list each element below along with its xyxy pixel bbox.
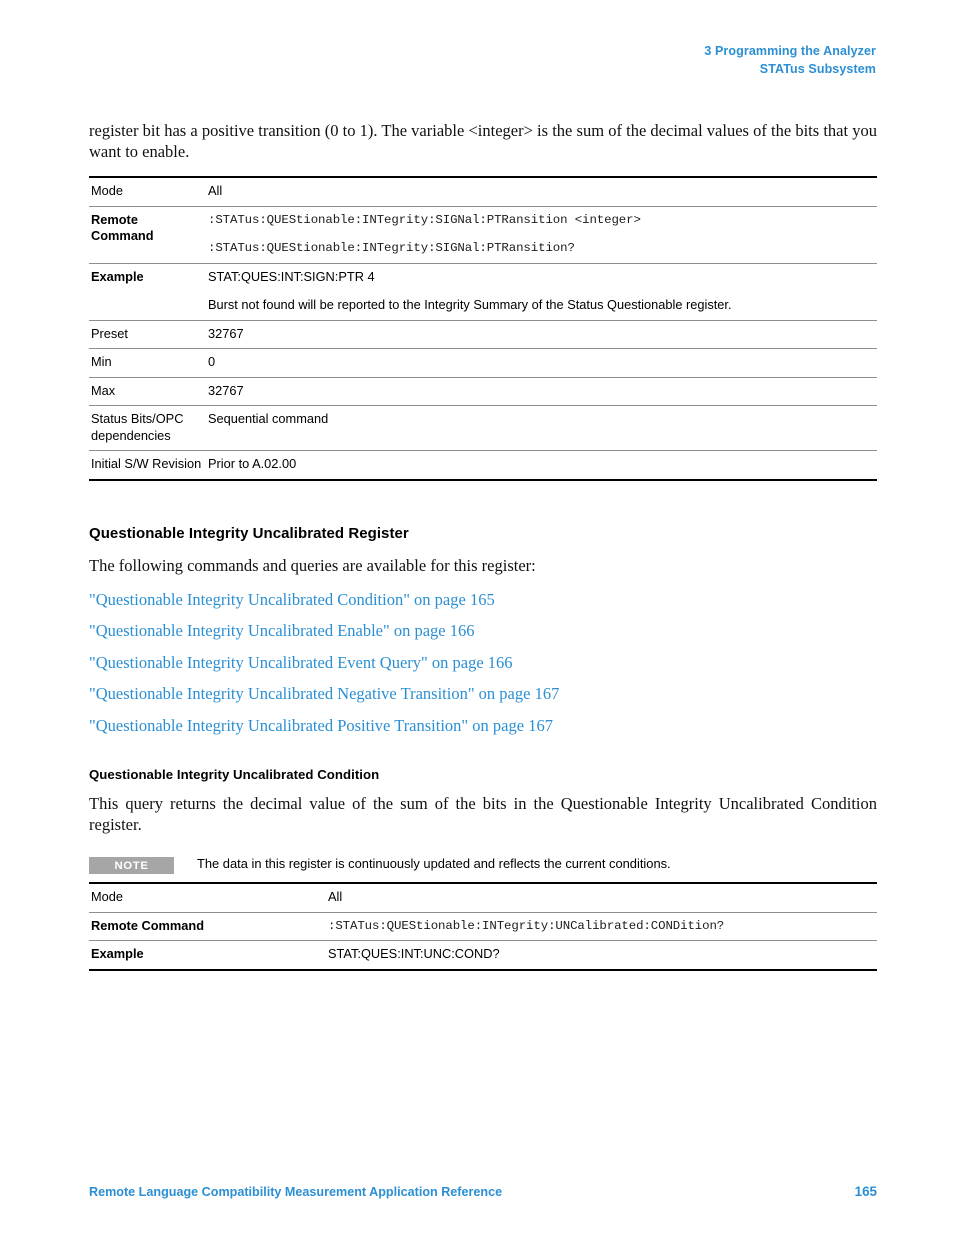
ptransition-spec-table: Mode All Remote Command :STATus:QUEStion… [89,176,877,481]
footer-title: Remote Language Compatibility Measuremen… [89,1185,503,1199]
xref-link-enable[interactable]: "Questionable Integrity Uncalibrated Ena… [89,621,877,641]
row-label: Example [91,268,144,284]
subsection-heading: Questionable Integrity Uncalibrated Cond… [89,767,380,782]
value-line: STAT:QUES:INT:UNC:COND? [328,946,500,961]
uncal-condition-spec-table: Mode All Remote Command :STATus:QUEStion… [89,882,877,971]
row-label: Preset [91,325,128,341]
row-value: 32767 [206,320,877,349]
note-text: The data in this register is continuousl… [197,856,671,871]
intro-paragraph: register bit has a positive transition (… [89,121,877,161]
page-content: register bit has a positive transition (… [89,120,877,971]
running-header-line2: STATus Subsystem [759,62,876,76]
section-heading: Questionable Integrity Uncalibrated Regi… [89,524,409,542]
subsection-paragraph: This query returns the decimal value of … [89,794,877,834]
uncal-condition-table-body: Mode All Remote Command :STATus:QUEStion… [89,883,877,970]
table-row: Mode All [89,177,877,206]
table-row: Preset 32767 [89,320,877,349]
value-line: 0 [208,354,216,369]
table-row: Mode All [89,883,877,912]
value-line: 32767 [208,382,244,398]
table-row: Remote Command :STATus:QUEStionable:INTe… [89,912,877,941]
row-value: All [326,883,877,912]
table-row: Initial S/W Revision Prior to A.02.00 [89,451,877,480]
xref-link-condition[interactable]: "Questionable Integrity Uncalibrated Con… [89,590,877,610]
note-badge: NOTE [89,857,174,874]
row-label: Remote Command [91,917,205,933]
table-row: Remote Command :STATus:QUEStionable:INTe… [89,206,877,263]
note-callout: NOTE The data in this register is contin… [89,855,877,874]
row-value: :STATus:QUEStionable:INTegrity:SIGNal:PT… [206,206,877,263]
value-line: 32767 [208,325,244,341]
value-line: Burst not found will be reported to the … [208,297,732,312]
footer-page-number: 165 [854,1184,877,1199]
xref-link-event-query[interactable]: "Questionable Integrity Uncalibrated Eve… [89,653,877,673]
section-intro-paragraph: The following commands and queries are a… [89,555,536,575]
document-page: 3 Programming the Analyzer STATus Subsys… [0,0,954,1235]
value-line: Prior to A.02.00 [208,456,297,471]
row-label: Status Bits/OPC dependencies [91,411,184,443]
row-value: Prior to A.02.00 [206,451,877,480]
row-label: Initial S/W Revision [91,456,202,471]
row-value: Sequential command [206,406,877,451]
row-value: STAT:QUES:INT:SIGN:PTR 4 Burst not found… [206,263,877,320]
row-value: :STATus:QUEStionable:INTegrity:UNCalibra… [326,912,877,941]
row-value: STAT:QUES:INT:UNC:COND? [326,941,877,970]
page-footer: Remote Language Compatibility Measuremen… [89,1184,877,1199]
table-row: Example STAT:QUES:INT:UNC:COND? [89,941,877,970]
ptransition-table-body: Mode All Remote Command :STATus:QUEStion… [89,177,877,480]
xref-link-negative-transition[interactable]: "Questionable Integrity Uncalibrated Neg… [89,684,877,704]
row-label: Example [91,946,144,961]
running-header-line1: 3 Programming the Analyzer [704,44,876,58]
value-line-mono: :STATus:QUEStionable:INTegrity:SIGNal:PT… [208,212,641,227]
value-line: All [328,889,343,904]
value-line: Sequential command [208,411,329,426]
running-header: 3 Programming the Analyzer STATus Subsys… [704,42,876,78]
row-label: Remote Command [91,211,154,244]
table-row: Example STAT:QUES:INT:SIGN:PTR 4 Burst n… [89,263,877,320]
row-value: 0 [206,349,877,378]
table-row: Min 0 [89,349,877,378]
value-line: All [208,183,223,198]
row-label: Min [91,354,112,369]
table-row: Status Bits/OPC dependencies Sequential … [89,406,877,451]
row-label: Max [91,382,116,398]
row-label: Mode [91,183,124,198]
value-line: STAT:QUES:INT:SIGN:PTR 4 [208,268,375,284]
value-line-mono: :STATus:QUEStionable:INTegrity:SIGNal:PT… [208,241,575,255]
xref-link-positive-transition[interactable]: "Questionable Integrity Uncalibrated Pos… [89,716,877,736]
row-value: 32767 [206,377,877,406]
table-row: Max 32767 [89,377,877,406]
row-label: Mode [91,889,124,904]
row-value: All [206,177,877,206]
value-line-mono: :STATus:QUEStionable:INTegrity:UNCalibra… [328,918,725,933]
